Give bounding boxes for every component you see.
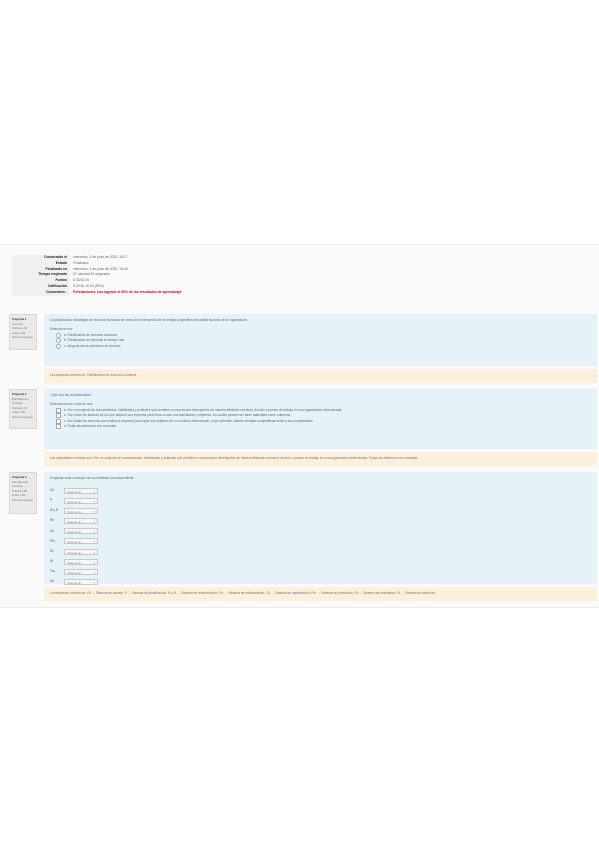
question-2-text: ¿Qué son las competencias? Seleccione un… <box>44 389 597 449</box>
question-2-feedback: Las respuestas correctas son: Son un con… <box>44 452 597 466</box>
match-select[interactable]: Sistema de... ▾ <box>64 518 98 525</box>
match-select[interactable]: Sistema de... ▾ <box>64 538 98 545</box>
question-1-text: La planificación estratégica de recursos… <box>44 314 597 366</box>
chevron-down-icon: ▾ <box>93 489 95 494</box>
match-row: Pm Sistema de... ▾ <box>50 536 591 546</box>
match-row: Dd Sistema de... ▾ <box>50 577 591 587</box>
match-select[interactable]: Sistema de... ▾ <box>64 497 98 504</box>
checkbox[interactable] <box>56 408 61 414</box>
chevron-down-icon: ▾ <box>93 550 95 555</box>
chevron-down-icon: ▾ <box>93 571 95 575</box>
match-row: Re Sistema de... ▾ <box>50 516 591 526</box>
radio[interactable] <box>56 343 61 349</box>
match-select[interactable]: Sistema de... ▾ <box>64 569 98 575</box>
question-1-info: Pregunta 1 Correcta Puntúa 1,00 sobre 1,… <box>9 314 37 350</box>
match-select[interactable]: Sistema de... ▾ <box>64 548 98 555</box>
match-row: P Sistema de... ▾ <box>50 496 591 506</box>
match-row: M y R Sistema de... ▾ <box>50 506 591 516</box>
question-3-text: Empareje cada concepto con su definición… <box>44 472 597 587</box>
match-select[interactable]: Sistema de... ▾ <box>64 487 98 494</box>
match-row: Ev Sistema de... ▾ <box>50 547 591 557</box>
question-1-feedback: La respuesta correcta es: Planificación … <box>44 369 597 383</box>
answer-option[interactable]: d. Todas las anteriores son correctas <box>50 424 591 430</box>
checkbox[interactable] <box>56 413 61 419</box>
question-3-feedback: La respuesta correcta es: Ch → Sistema d… <box>44 587 597 601</box>
flag-question-link[interactable]: Marcar pregunta <box>12 335 34 340</box>
chevron-down-icon: ▾ <box>93 560 95 565</box>
match-select[interactable]: Sistema de... ▾ <box>64 558 98 565</box>
flag-question-link[interactable]: Marcar pregunta <box>12 415 34 420</box>
chevron-down-icon: ▾ <box>93 520 95 525</box>
match-list: Ch Sistema de... ▾ P Sistema de... ▾ M y R Si… <box>50 485 591 587</box>
answer-option[interactable]: c. Ninguna de las anteriores es correcta <box>50 344 591 349</box>
match-select[interactable]: Sistema de... ▾ <box>64 528 98 535</box>
match-row: Ch Sistema de... ▾ <box>50 485 591 495</box>
summary-row-comment: Comentario - Felicitaciones, has logrado … <box>12 289 312 296</box>
match-select[interactable]: Sistema de... ▾ <box>64 507 98 514</box>
match-select[interactable]: Sistema de... ▾ <box>64 579 98 586</box>
page: Comenzado el miércoles, 3 de junio de 202… <box>0 0 599 848</box>
flag-question-link[interactable]: Marcar pregunta <box>12 498 34 503</box>
question-2-info: Pregunta 2 Parcialmente correcta Puntúa … <box>9 389 37 429</box>
checkbox[interactable] <box>56 418 61 424</box>
match-row: Cd Sistema de... ▾ <box>50 526 591 536</box>
chevron-down-icon: ▾ <box>93 581 95 586</box>
match-row: Tra Sistema de... ▾ <box>50 567 591 577</box>
question-3-info: Pregunta 3 Parcialmente correcta Puntúa … <box>9 472 37 514</box>
match-row: St Sistema de... ▾ <box>50 557 591 567</box>
checkbox[interactable] <box>56 424 61 430</box>
chevron-down-icon: ▾ <box>93 530 95 535</box>
chevron-down-icon: ▾ <box>93 540 95 545</box>
attempt-summary-table: Comenzado el miércoles, 3 de junio de 202… <box>12 255 312 296</box>
radio-selected[interactable] <box>56 333 61 339</box>
chevron-down-icon: ▾ <box>93 509 95 514</box>
chevron-down-icon: ▾ <box>93 499 95 504</box>
